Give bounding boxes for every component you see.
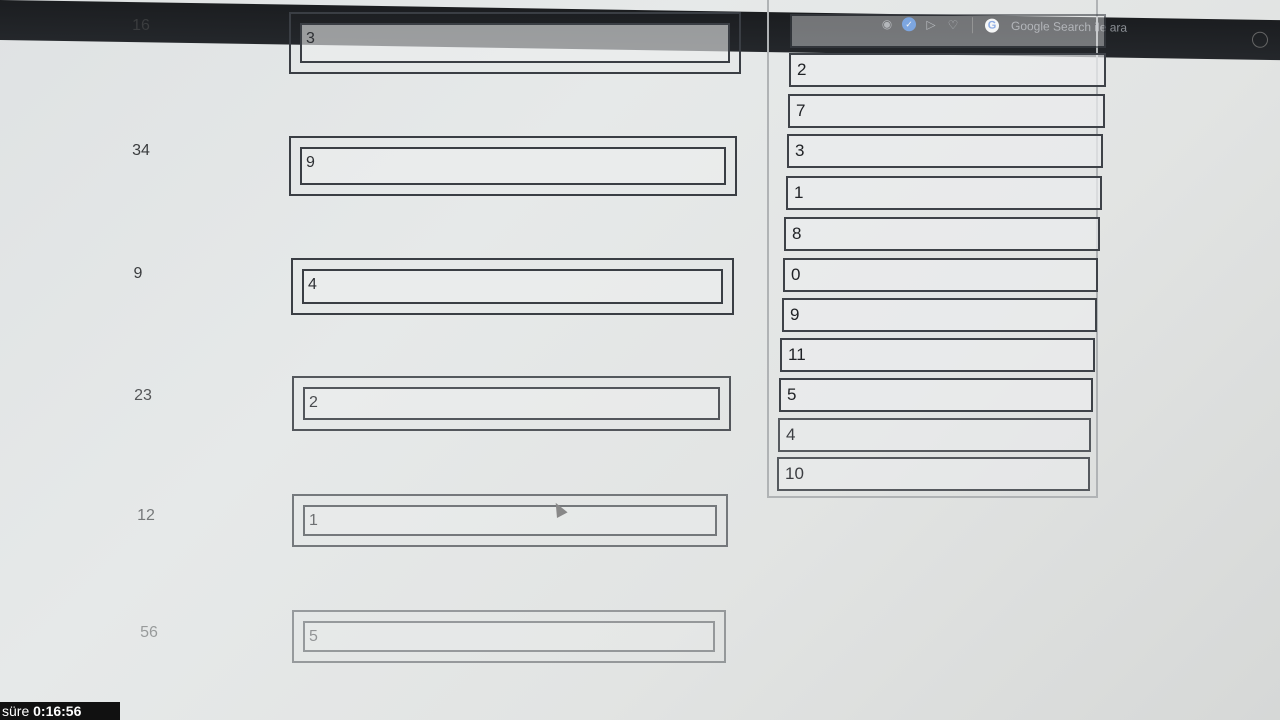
option-tile-partial[interactable] <box>790 14 1106 48</box>
timer-badge: süre 0:16:56 <box>0 702 120 720</box>
answer-field[interactable]: 1 <box>303 505 717 536</box>
question-label: 34 <box>132 142 150 159</box>
option-tile[interactable]: 10 <box>777 457 1090 491</box>
option-tile[interactable]: 9 <box>782 298 1097 332</box>
option-tile[interactable]: 2 <box>789 53 1106 87</box>
option-tile[interactable]: 5 <box>779 378 1093 412</box>
answer-field[interactable]: 5 <box>303 621 715 652</box>
option-tile[interactable]: 0 <box>783 258 1098 292</box>
answer-dropzone[interactable]: 1 <box>292 494 728 547</box>
answer-field[interactable]: 3 <box>300 23 730 63</box>
option-tile[interactable]: 7 <box>788 94 1105 128</box>
option-tile[interactable]: 1 <box>786 176 1102 210</box>
option-tile[interactable]: 8 <box>784 217 1100 251</box>
answer-dropzone[interactable]: 3 <box>289 12 741 74</box>
answer-dropzone[interactable]: 5 <box>292 610 726 663</box>
option-tile[interactable]: 4 <box>778 418 1091 452</box>
answer-dropzone[interactable]: 2 <box>292 376 731 431</box>
menu-icon[interactable] <box>1252 31 1268 48</box>
answer-dropzone[interactable]: 9 <box>289 136 737 196</box>
answer-field[interactable]: 9 <box>300 147 726 185</box>
question-label: 9 <box>133 265 143 282</box>
question-label: 12 <box>137 507 155 524</box>
answer-field[interactable]: 2 <box>303 387 720 420</box>
option-tile[interactable]: 3 <box>787 134 1103 168</box>
question-label: 23 <box>134 387 152 404</box>
timer-prefix: süre <box>2 703 30 719</box>
question-label: 16 <box>132 17 150 34</box>
option-tile[interactable]: 11 <box>780 338 1095 372</box>
answer-dropzone[interactable]: 4 <box>291 258 734 315</box>
timer-value: 0:16:56 <box>33 703 82 719</box>
question-label: 56 <box>140 624 158 641</box>
answer-field[interactable]: 4 <box>302 269 723 304</box>
